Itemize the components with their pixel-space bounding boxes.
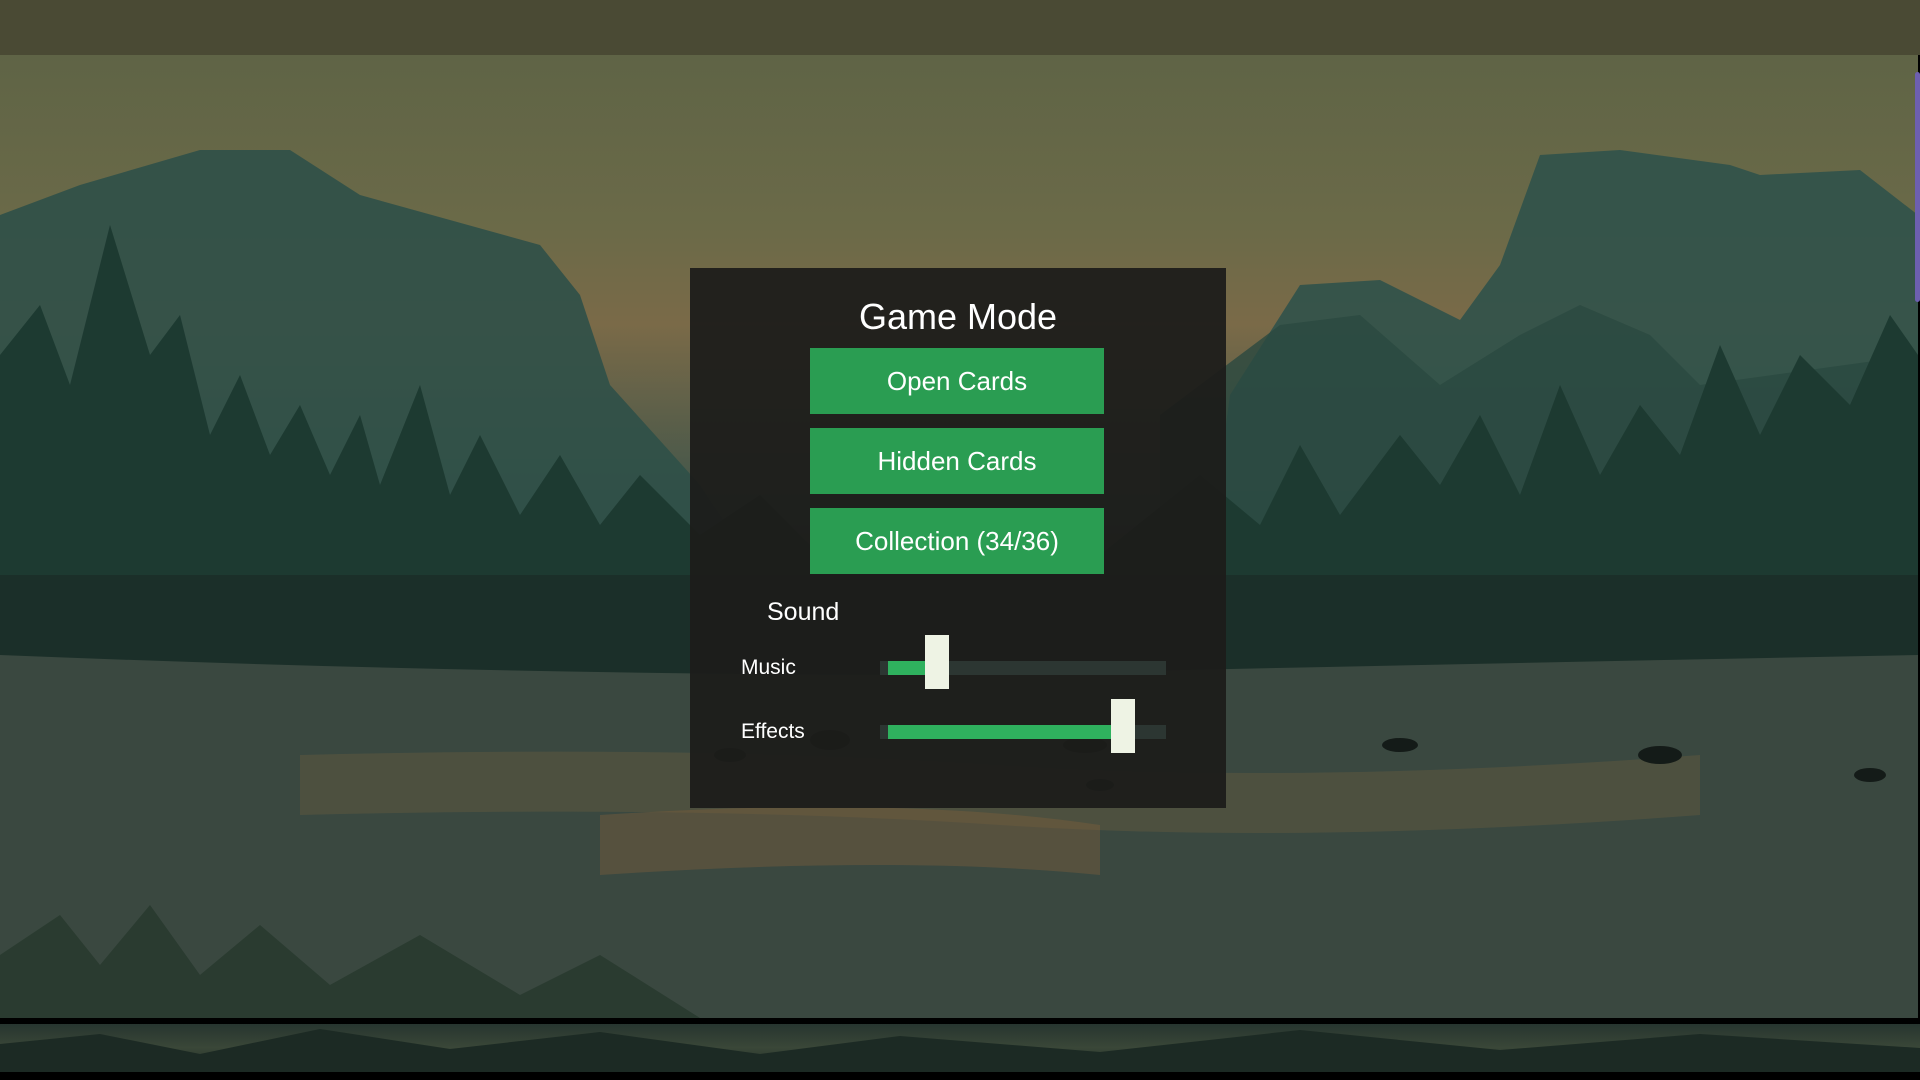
music-label: Music bbox=[741, 656, 796, 679]
effects-slider-thumb[interactable] bbox=[1110, 699, 1135, 753]
game-mode-panel: Game Mode Open Cards Hidden Cards Collec… bbox=[690, 268, 1226, 808]
panel-title: Game Mode bbox=[858, 296, 1058, 337]
music-slider[interactable] bbox=[880, 635, 1166, 689]
open-cards-button[interactable]: Open Cards bbox=[810, 348, 1104, 414]
grass-strip-background bbox=[0, 1029, 1920, 1072]
top-bar bbox=[0, 0, 1920, 55]
background-scene-lower bbox=[0, 1024, 1920, 1072]
hidden-cards-button[interactable]: Hidden Cards bbox=[810, 428, 1104, 494]
collection-button[interactable]: Collection (34/36) bbox=[810, 508, 1104, 574]
effects-label: Effects bbox=[741, 720, 805, 743]
music-slider-thumb[interactable] bbox=[924, 635, 949, 689]
effects-slider[interactable] bbox=[880, 699, 1166, 753]
scrollbar-accent bbox=[1915, 72, 1920, 302]
effects-slider-fill bbox=[888, 725, 1123, 739]
sound-section-title: Sound bbox=[767, 598, 840, 626]
